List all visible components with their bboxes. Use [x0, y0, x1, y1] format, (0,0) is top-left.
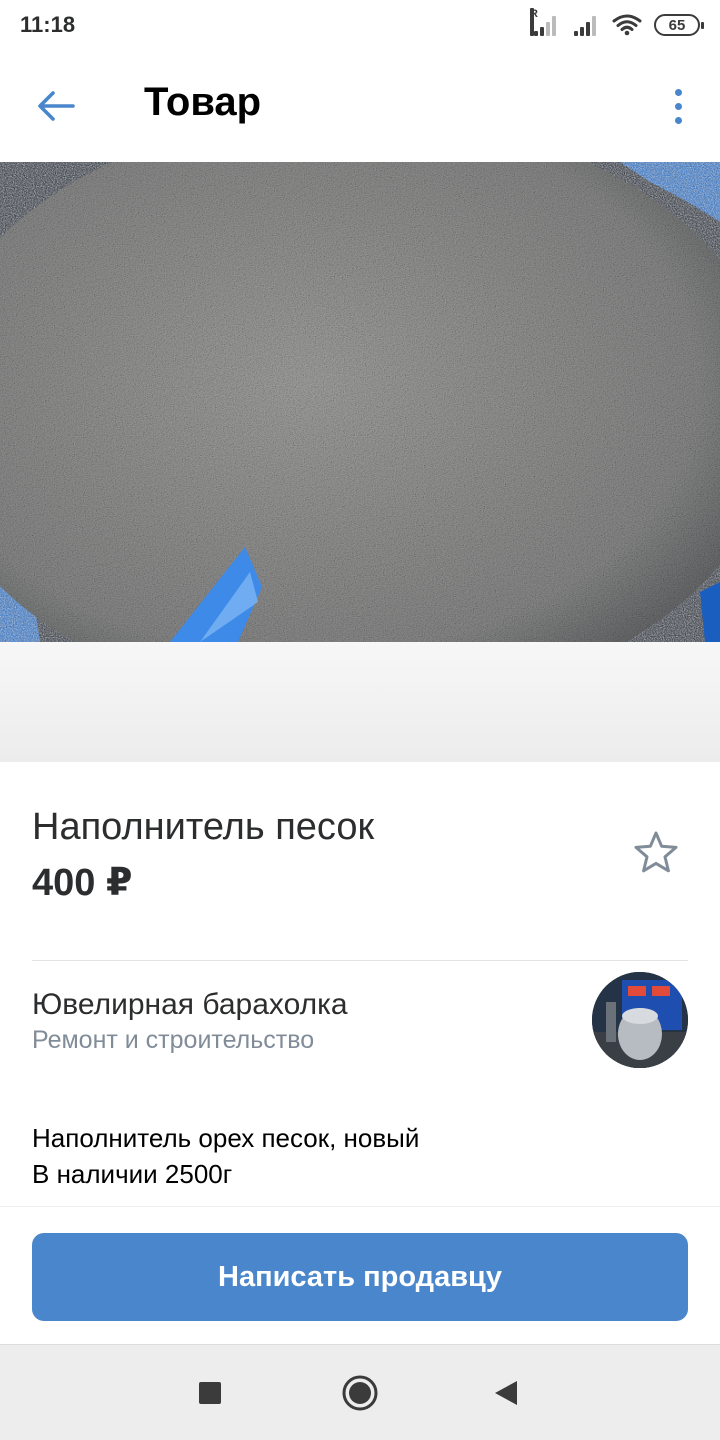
avatar-image: [592, 972, 688, 1068]
description-line: Наполнитель орех песок, новый: [32, 1123, 420, 1153]
circle-icon: [342, 1375, 378, 1411]
seller-name[interactable]: Ювелирная барахолка: [32, 988, 348, 1022]
arrow-left-icon: [38, 91, 75, 121]
battery-level: 65: [668, 16, 686, 34]
star-outline-icon: [634, 831, 678, 873]
home-button[interactable]: [340, 1373, 380, 1413]
wifi-icon: [612, 14, 642, 36]
product-description: Наполнитель орех песок, новый В наличии …: [32, 1120, 419, 1192]
action-bar: Написать продавцу: [0, 1206, 720, 1344]
status-bar: 11:18 R 65: [0, 0, 720, 52]
seller-category: Ремонт и строительство: [32, 1026, 315, 1054]
favorite-button[interactable]: [628, 824, 684, 880]
signal-icon: [572, 14, 600, 36]
recents-button[interactable]: [190, 1373, 230, 1413]
sand-image: [0, 162, 720, 642]
more-options-button[interactable]: [666, 82, 690, 130]
system-back-button[interactable]: [486, 1373, 526, 1413]
status-time: 11:18: [20, 12, 76, 37]
divider: [32, 960, 688, 961]
description-line: В наличии 2500г: [32, 1159, 233, 1189]
triangle-back-icon: [495, 1381, 517, 1405]
more-vertical-icon: [674, 88, 682, 96]
product-price: 400 ₽: [32, 862, 133, 904]
square-icon: [199, 1382, 221, 1404]
seller-avatar[interactable]: [592, 972, 688, 1068]
status-icons: R 65: [530, 8, 704, 38]
write-seller-button[interactable]: Написать продавцу: [32, 1233, 688, 1321]
photo-gallery-background: [0, 642, 720, 762]
system-nav-bar: [0, 1344, 720, 1440]
battery-icon: 65: [654, 14, 704, 36]
page-title: Товар: [144, 80, 262, 124]
signal-roaming-icon: R: [530, 8, 560, 36]
product-photo[interactable]: [0, 162, 720, 642]
back-button[interactable]: [30, 82, 82, 130]
product-title: Наполнитель песок: [32, 806, 375, 848]
app-header: Товар: [0, 52, 720, 162]
